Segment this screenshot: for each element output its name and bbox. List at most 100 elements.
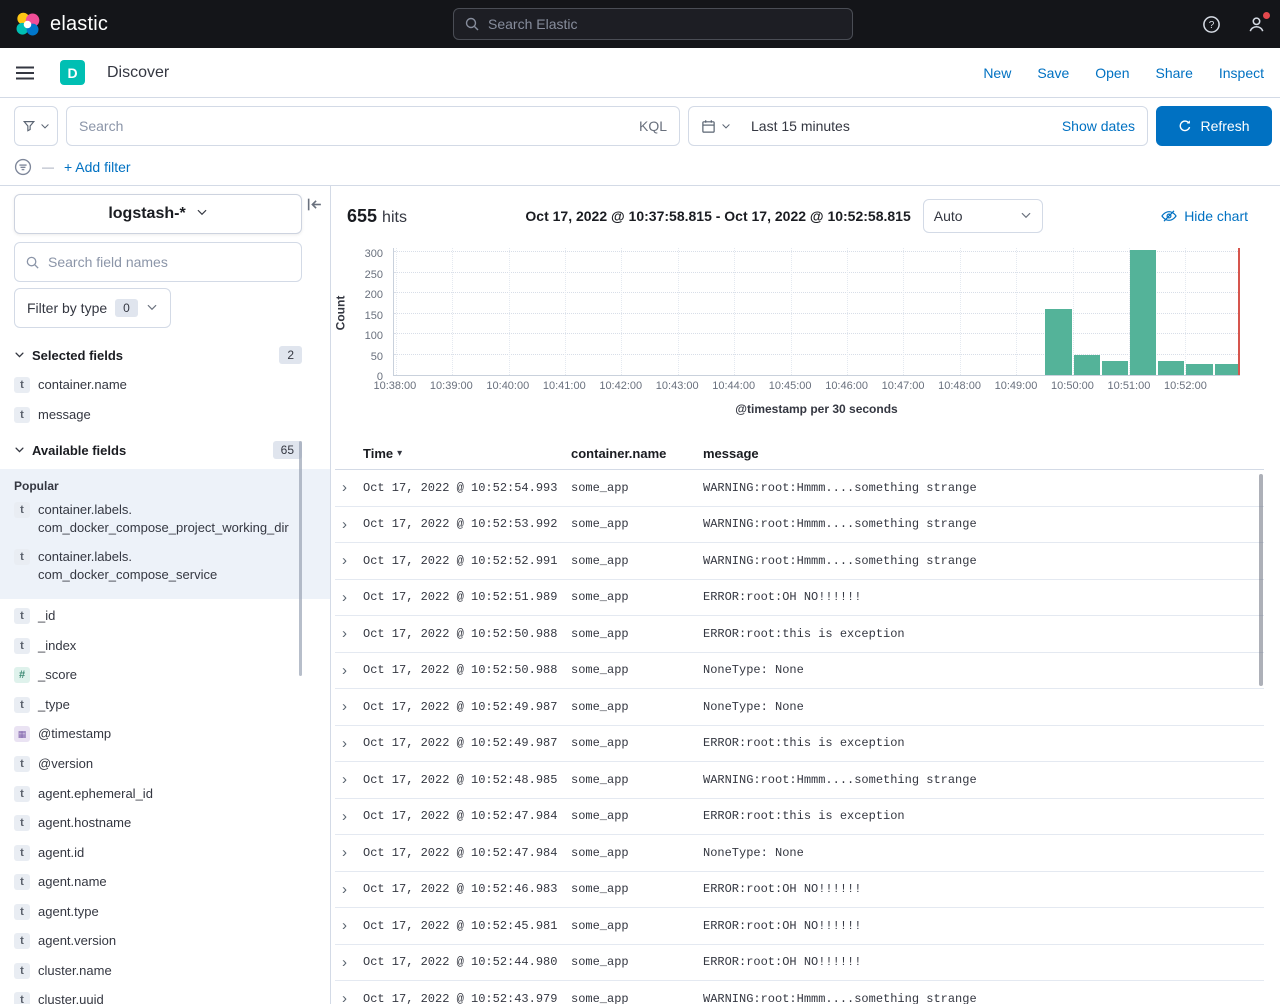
field-item[interactable]: tagent.​name <box>14 867 302 897</box>
time-range-quick-value[interactable]: Last 15 minutes <box>743 118 850 134</box>
collapse-sidebar-icon[interactable] <box>306 196 323 213</box>
histogram-bar[interactable] <box>1074 355 1100 375</box>
field-item[interactable]: t@version <box>14 749 302 779</box>
gridline <box>791 248 792 375</box>
share-button[interactable]: Share <box>1156 65 1193 81</box>
elastic-home-link[interactable]: elastic <box>14 11 108 38</box>
expand-row-button[interactable]: › <box>335 662 363 679</box>
expand-row-button[interactable]: › <box>335 954 363 971</box>
field-type-icon: t <box>14 992 30 1004</box>
column-header-container-name[interactable]: container.name <box>571 446 703 461</box>
field-item[interactable]: t_type <box>14 690 302 720</box>
expand-row-button[interactable]: › <box>335 990 363 1004</box>
histogram-bar[interactable] <box>1045 309 1071 375</box>
histogram-interval-select[interactable]: Auto <box>923 199 1043 233</box>
histogram-bar[interactable] <box>1215 364 1240 375</box>
table-row[interactable]: ›Oct 17, 2022 @ 10:52:49.987some_appERRO… <box>335 726 1264 763</box>
expand-row-button[interactable]: › <box>335 881 363 898</box>
table-row[interactable]: ›Oct 17, 2022 @ 10:52:45.981some_appERRO… <box>335 908 1264 945</box>
save-button[interactable]: Save <box>1037 65 1069 81</box>
table-row[interactable]: ›Oct 17, 2022 @ 10:52:53.992some_appWARN… <box>335 507 1264 544</box>
add-filter-button[interactable]: + Add filter <box>64 159 131 175</box>
field-item[interactable]: tcluster.​name <box>14 956 302 986</box>
gridline <box>394 313 1240 314</box>
table-row[interactable]: ›Oct 17, 2022 @ 10:52:50.988some_appERRO… <box>335 616 1264 653</box>
table-row[interactable]: ›Oct 17, 2022 @ 10:52:49.987some_appNone… <box>335 689 1264 726</box>
table-row[interactable]: ›Oct 17, 2022 @ 10:52:51.989some_appERRO… <box>335 580 1264 617</box>
help-icon[interactable]: ? <box>1202 15 1221 34</box>
inspect-button[interactable]: Inspect <box>1219 65 1264 81</box>
filter-list-icon[interactable] <box>14 158 32 176</box>
field-item[interactable]: tcontainer.​labels.​com_docker_compose_s… <box>14 542 302 589</box>
space-avatar[interactable]: D <box>60 60 85 85</box>
y-tick-label: 50 <box>371 351 383 363</box>
available-fields-accordion[interactable]: Available fields 65 <box>14 429 302 465</box>
new-button[interactable]: New <box>983 65 1011 81</box>
table-row[interactable]: ›Oct 17, 2022 @ 10:52:44.980some_appERRO… <box>335 945 1264 982</box>
show-dates-button[interactable]: Show dates <box>1062 118 1135 134</box>
index-pattern-switcher[interactable]: logstash-* <box>14 194 302 234</box>
x-tick-label: 10:39:00 <box>430 380 473 392</box>
field-search[interactable] <box>14 242 302 282</box>
field-item[interactable]: tcontainer.​labels.​com_docker_compose_p… <box>14 495 302 542</box>
table-row[interactable]: ›Oct 17, 2022 @ 10:52:46.983some_appERRO… <box>335 872 1264 909</box>
table-scrollbar[interactable] <box>1259 474 1263 686</box>
expand-row-button[interactable]: › <box>335 698 363 715</box>
sidebar-scrollbar[interactable] <box>299 441 302 676</box>
kql-language-button[interactable]: KQL <box>629 118 667 134</box>
filter-by-type-button[interactable]: Filter by type 0 <box>14 288 171 328</box>
expand-row-button[interactable]: › <box>335 735 363 752</box>
expand-row-button[interactable]: › <box>335 917 363 934</box>
expand-row-button[interactable]: › <box>335 552 363 569</box>
open-button[interactable]: Open <box>1095 65 1129 81</box>
table-row[interactable]: ›Oct 17, 2022 @ 10:52:47.984some_appNone… <box>335 835 1264 872</box>
field-item[interactable]: tmessage <box>14 400 302 430</box>
menu-icon[interactable] <box>16 66 34 80</box>
saved-query-menu-button[interactable] <box>14 106 58 146</box>
expand-row-button[interactable]: › <box>335 479 363 496</box>
calendar-dropdown-button[interactable] <box>701 118 743 134</box>
expand-row-button[interactable]: › <box>335 625 363 642</box>
field-type-icon: ▦ <box>14 726 30 742</box>
table-row[interactable]: ›Oct 17, 2022 @ 10:52:47.984some_appERRO… <box>335 799 1264 836</box>
field-item[interactable]: t_index <box>14 631 302 661</box>
table-row[interactable]: ›Oct 17, 2022 @ 10:52:50.988some_appNone… <box>335 653 1264 690</box>
histogram-bar[interactable] <box>1158 361 1184 375</box>
column-header-message[interactable]: message <box>703 446 1264 461</box>
column-header-time[interactable]: Time ▾ <box>363 446 571 461</box>
field-item[interactable]: t_id <box>14 601 302 631</box>
histogram-bar[interactable] <box>1130 250 1156 375</box>
expand-row-button[interactable]: › <box>335 589 363 606</box>
kql-query-input[interactable] <box>79 118 629 134</box>
expand-row-button[interactable]: › <box>335 808 363 825</box>
expand-row-button[interactable]: › <box>335 771 363 788</box>
table-row[interactable]: ›Oct 17, 2022 @ 10:52:43.979some_appWARN… <box>335 981 1264 1004</box>
field-item[interactable]: tagent.​type <box>14 897 302 927</box>
user-menu-icon[interactable] <box>1247 15 1266 34</box>
sort-desc-icon[interactable]: ▾ <box>397 448 402 459</box>
global-search-input[interactable] <box>488 16 842 32</box>
histogram-bar[interactable] <box>1102 361 1128 375</box>
field-item[interactable]: tagent.​hostname <box>14 808 302 838</box>
global-search[interactable] <box>453 8 853 40</box>
refresh-button[interactable]: Refresh <box>1156 106 1272 146</box>
hide-chart-button[interactable]: Hide chart <box>1161 208 1248 224</box>
field-item[interactable]: tcluster.​uuid <box>14 985 302 1004</box>
x-tick-label: 10:42:00 <box>599 380 642 392</box>
expand-row-button[interactable]: › <box>335 516 363 533</box>
field-search-input[interactable] <box>48 254 291 270</box>
table-row[interactable]: ›Oct 17, 2022 @ 10:52:52.991some_appWARN… <box>335 543 1264 580</box>
table-row[interactable]: ›Oct 17, 2022 @ 10:52:54.993some_appWARN… <box>335 470 1264 507</box>
field-item[interactable]: tagent.​ephemeral_id <box>14 779 302 809</box>
x-axis-label: @timestamp per 30 seconds <box>393 402 1240 416</box>
histogram-bar[interactable] <box>1186 364 1212 375</box>
notification-dot <box>1262 11 1271 20</box>
field-item[interactable]: tagent.​id <box>14 838 302 868</box>
field-item[interactable]: tcontainer.​name <box>14 370 302 400</box>
table-row[interactable]: ›Oct 17, 2022 @ 10:52:48.985some_appWARN… <box>335 762 1264 799</box>
field-item[interactable]: #_score <box>14 660 302 690</box>
expand-row-button[interactable]: › <box>335 844 363 861</box>
field-item[interactable]: ▦@timestamp <box>14 719 302 749</box>
selected-fields-accordion[interactable]: Selected fields 2 <box>14 334 302 370</box>
field-item[interactable]: tagent.​version <box>14 926 302 956</box>
